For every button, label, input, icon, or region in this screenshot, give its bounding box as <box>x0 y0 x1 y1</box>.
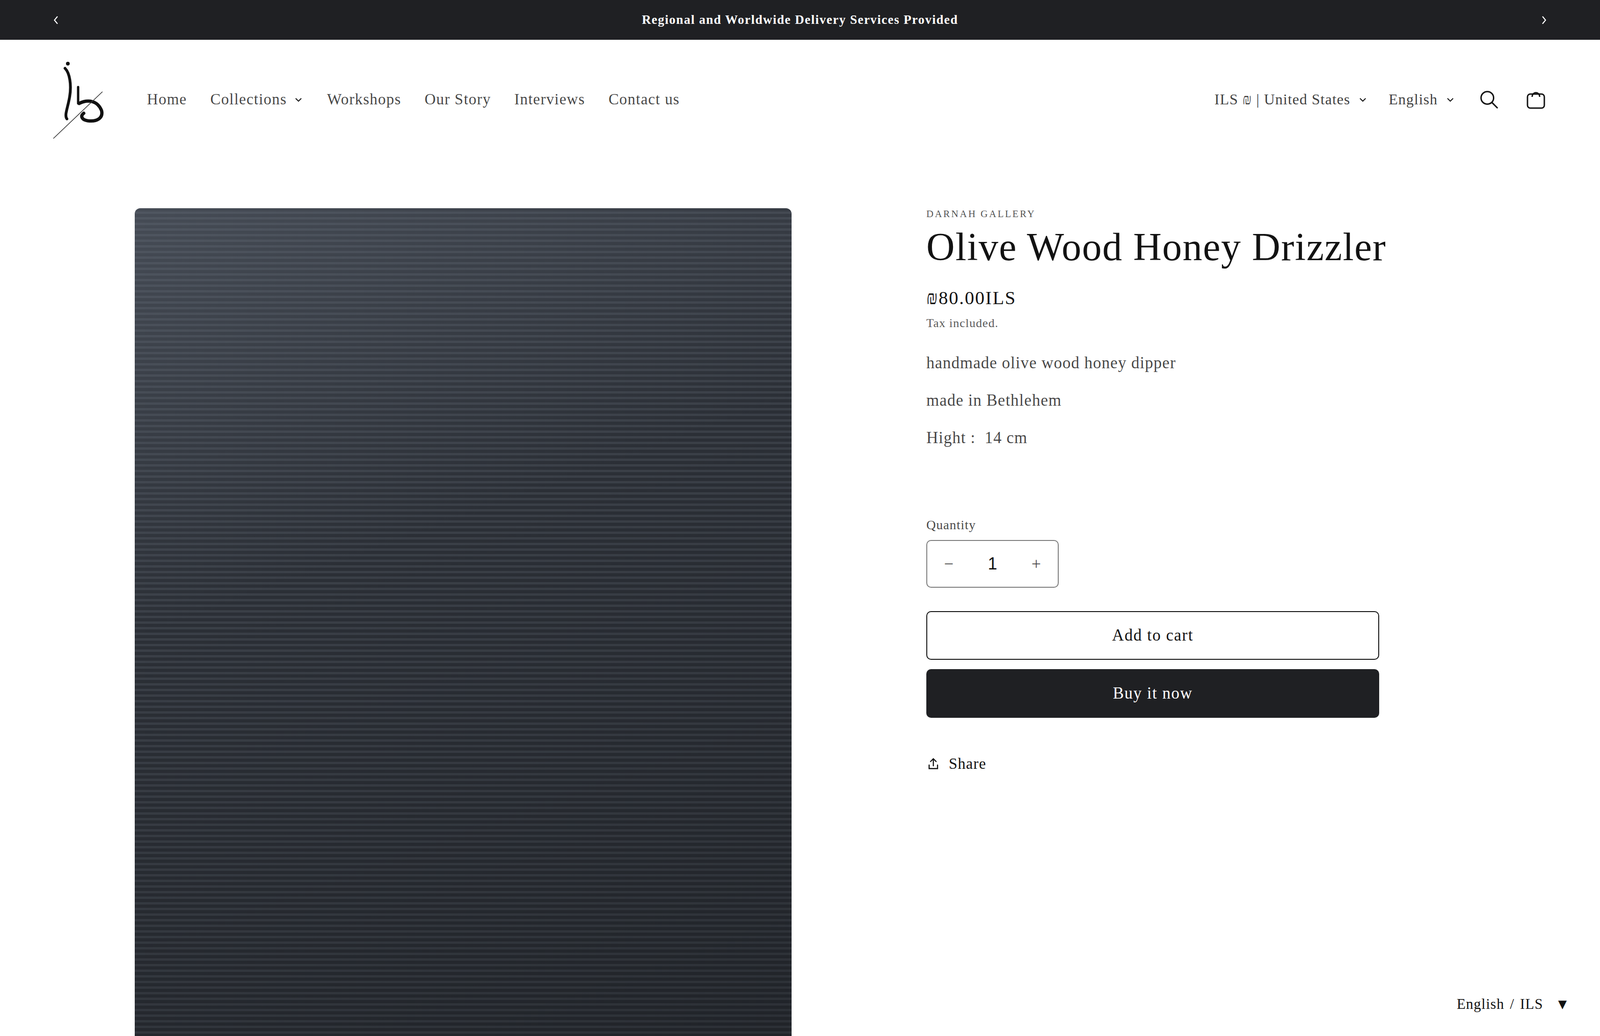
main-nav: Home Collections Workshops Our Story Intervi… <box>135 86 692 113</box>
shopping-bag-icon <box>1524 88 1548 111</box>
description-line: made in Bethlehem <box>926 391 1441 410</box>
chevron-right-icon <box>1538 14 1550 26</box>
vendor: DARNAH GALLERY <box>926 208 1441 220</box>
nav-item[interactable]: Our Story <box>412 86 503 113</box>
product-info: DARNAH GALLERY Olive Wood Honey Drizzler ₪… <box>926 208 1441 773</box>
chevron-down-icon <box>1357 94 1368 105</box>
nav-item[interactable]: Home <box>135 86 199 113</box>
nav-label: Contact us <box>608 90 680 109</box>
tax-note: Tax included. <box>926 316 1441 331</box>
language-label: English <box>1388 90 1438 109</box>
photo-shade <box>134 208 792 1036</box>
previous-button[interactable] <box>46 10 66 30</box>
share-label: Share <box>948 755 987 773</box>
product-photo[interactable] <box>134 208 792 1036</box>
language-currency-widget[interactable]: English/ ILS ▼ <box>1456 995 1568 1013</box>
chevron-down-icon <box>1445 94 1456 105</box>
chevron-left-icon <box>50 14 62 26</box>
nav-label: Home <box>146 90 187 109</box>
calligraphy-logo-icon <box>50 58 112 141</box>
quantity-selector: − 1 + <box>926 539 1059 588</box>
search-button[interactable] <box>1476 86 1503 113</box>
header-left: Home Collections Workshops Our Story Intervi… <box>50 58 692 141</box>
chevron-down-icon <box>293 94 304 105</box>
quantity-input[interactable]: 1 <box>987 553 997 574</box>
nav-label: Our Story <box>424 90 491 109</box>
quantity-label: Quantity <box>926 517 1441 533</box>
share-icon <box>926 756 941 771</box>
nav-label: Collections <box>210 90 287 109</box>
nav-label: Workshops <box>327 90 401 109</box>
cart-button[interactable] <box>1522 86 1550 113</box>
widget-separator: / <box>1509 995 1515 1013</box>
nav-item[interactable]: Collections <box>198 86 316 113</box>
widget-currency: ILS <box>1520 995 1544 1013</box>
price: ₪80.00ILS <box>926 286 1441 309</box>
announcement-bar: Regional and Worldwide Delivery Services… <box>0 0 1600 40</box>
nav-item[interactable]: Workshops <box>315 86 413 113</box>
country-selector[interactable]: ILS ₪ | United States <box>1214 90 1368 109</box>
description: handmade olive wood honey dipper made in … <box>926 353 1441 448</box>
announcement-text: Regional and Worldwide Delivery Services… <box>641 12 959 28</box>
decrease-button[interactable]: − <box>939 553 959 574</box>
search-icon <box>1478 88 1500 111</box>
description-line: Hight : 14 cm <box>926 428 1441 448</box>
nav-label: Interviews <box>514 90 585 109</box>
site-header: Home Collections Workshops Our Story Intervi… <box>0 39 1600 160</box>
nav-item[interactable]: Interviews <box>502 86 597 113</box>
header-right: ILS ₪ | United States English <box>1214 86 1550 113</box>
description-line: handmade olive wood honey dipper <box>926 353 1441 373</box>
next-button[interactable] <box>1534 10 1554 30</box>
language-selector[interactable]: English <box>1388 90 1456 109</box>
logo[interactable] <box>50 58 117 141</box>
nav-item[interactable]: Contact us <box>596 86 692 113</box>
increase-button[interactable]: + <box>1026 553 1046 574</box>
buy-now-button[interactable]: Buy it now <box>926 669 1380 718</box>
widget-arrow: ▼ <box>1558 997 1568 1011</box>
product-section: DARNAH GALLERY Olive Wood Honey Drizzler ₪… <box>0 159 1600 1036</box>
add-to-cart-button[interactable]: Add to cart <box>926 610 1380 660</box>
share-button[interactable]: Share <box>926 755 1441 773</box>
country-label: ILS ₪ | United States <box>1214 90 1351 109</box>
product-title: Olive Wood Honey Drizzler <box>926 223 1441 271</box>
widget-language: English <box>1456 995 1505 1013</box>
